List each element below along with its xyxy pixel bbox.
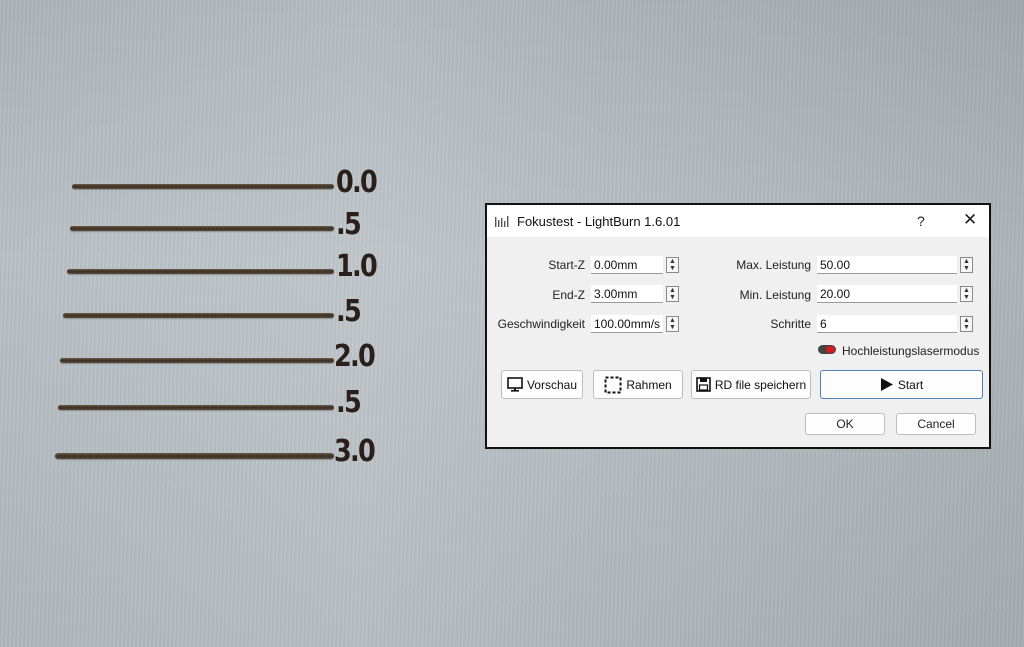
end-z-spinner[interactable]: ▲ ▼ xyxy=(666,286,679,302)
focus-mark-label: 0.0 xyxy=(336,165,378,200)
min-power-label: Min. Leistung xyxy=(739,288,811,302)
frame-icon xyxy=(604,376,622,393)
focus-line-7 xyxy=(55,453,334,459)
focus-mark-label: .5 xyxy=(336,294,362,329)
preview-button[interactable]: Vorschau xyxy=(501,370,583,399)
focus-mark-label: 3.0 xyxy=(334,434,376,469)
focus-line-4 xyxy=(63,313,334,318)
high-power-label: Hochleistungslasermodus xyxy=(842,344,980,358)
monitor-icon xyxy=(507,377,523,392)
start-z-label: Start-Z xyxy=(548,258,585,272)
max-power-label: Max. Leistung xyxy=(736,258,811,272)
end-z-label: End-Z xyxy=(552,288,585,302)
speed-input[interactable]: 100.00mm/s xyxy=(591,315,663,333)
focus-mark-label: .5 xyxy=(336,207,362,242)
steps-label: Schritte xyxy=(770,317,811,331)
min-power-input[interactable]: 20.00 xyxy=(817,285,957,303)
save-rd-label: RD file speichern xyxy=(714,377,807,392)
start-label: Start xyxy=(897,377,924,392)
frame-label: Rahmen xyxy=(626,377,672,392)
max-power-spinner[interactable]: ▲ ▼ xyxy=(960,257,973,273)
cancel-button[interactable]: Cancel xyxy=(896,413,976,435)
help-button[interactable]: ? xyxy=(917,213,925,229)
save-icon xyxy=(696,377,711,392)
focus-line-3 xyxy=(67,269,334,274)
speed-label: Geschwindigkeit xyxy=(497,317,585,331)
start-z-spinner[interactable]: ▲ ▼ xyxy=(666,257,679,273)
ok-button[interactable]: OK xyxy=(805,413,885,435)
lightburn-app-icon xyxy=(495,216,509,227)
dialog-title: Fokustest - LightBurn 1.6.01 xyxy=(517,214,681,229)
focus-line-6 xyxy=(58,405,334,410)
dialog-titlebar[interactable]: Fokustest - LightBurn 1.6.01 ? ✕ xyxy=(487,205,989,237)
start-z-input[interactable]: 0.00mm xyxy=(591,256,663,274)
end-z-input[interactable]: 3.00mm xyxy=(591,285,663,303)
speed-spinner[interactable]: ▲ ▼ xyxy=(666,316,679,332)
max-power-input[interactable]: 50.00 xyxy=(817,256,957,274)
min-power-spinner[interactable]: ▲ ▼ xyxy=(960,286,973,302)
focus-mark-label: .5 xyxy=(336,385,362,420)
close-icon[interactable]: ✕ xyxy=(963,210,977,230)
steps-input[interactable]: 6 xyxy=(817,315,957,333)
focus-mark-label: 2.0 xyxy=(334,339,376,374)
focus-line-1 xyxy=(72,184,334,189)
save-rd-button[interactable]: RD file speichern xyxy=(691,370,811,399)
frame-button[interactable]: Rahmen xyxy=(593,370,683,399)
play-icon xyxy=(880,378,893,391)
focus-line-2 xyxy=(70,226,334,231)
focus-mark-label: 1.0 xyxy=(336,249,378,284)
high-power-toggle[interactable] xyxy=(818,345,836,354)
focus-test-dialog: Fokustest - LightBurn 1.6.01 ? ✕ Start-Z… xyxy=(485,203,991,449)
steps-spinner[interactable]: ▲ ▼ xyxy=(960,316,973,332)
preview-label: Vorschau xyxy=(526,377,578,392)
focus-line-5 xyxy=(60,358,334,363)
start-button[interactable]: Start xyxy=(820,370,983,399)
